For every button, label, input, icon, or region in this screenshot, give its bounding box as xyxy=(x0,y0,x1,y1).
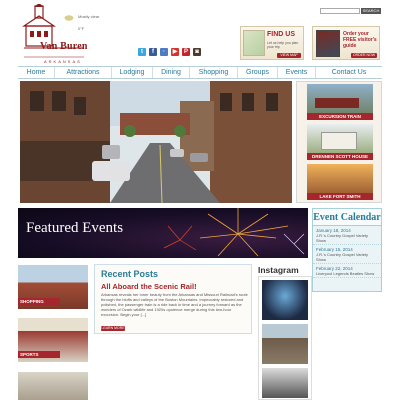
excursion-train-thumbnail[interactable]: EXCURSION TRAIN xyxy=(307,84,373,120)
instagram-photo[interactable] xyxy=(262,280,308,320)
event-calendar: Event Calendar January 18, 2014 J.R.'s C… xyxy=(312,208,382,292)
instagram-heading: Instagram xyxy=(258,265,299,275)
flickr-icon[interactable]: · xyxy=(160,48,168,56)
order-now-button[interactable]: ORDER NOW xyxy=(351,53,377,58)
search-input[interactable] xyxy=(320,8,360,14)
courthouse-logo-icon xyxy=(22,3,84,58)
nav-shopping[interactable]: Shopping xyxy=(190,67,238,78)
calendar-event-name[interactable]: J.R.'s Country Gospel Variety Show xyxy=(316,233,378,243)
calendar-event-name[interactable]: J.R.'s Country Gospel Variety Show xyxy=(316,252,378,262)
drennen-scott-house-thumbnail[interactable]: DRENNEN SCOTT HOUSE xyxy=(307,124,373,160)
find-us-promo[interactable]: FIND US Let us help you plan your trip V… xyxy=(240,26,304,60)
view-map-button[interactable]: VIEW MAP xyxy=(277,53,301,58)
hero-side-panel: EXCURSION TRAIN DRENNEN SCOTT HOUSE LAKE… xyxy=(296,81,382,203)
instagram-icon[interactable]: ◙ xyxy=(193,48,201,56)
weather-icon xyxy=(64,15,74,21)
calendar-event[interactable]: February 15, 2014 J.R.'s Country Gospel … xyxy=(313,245,381,264)
nav-contact-us[interactable]: Contact Us xyxy=(316,67,382,78)
logo-subtitle: ARKANSAS xyxy=(44,59,82,64)
social-links: t f · ▶ P ◙ xyxy=(138,48,201,56)
find-us-text: Let us help you plan your trip xyxy=(267,41,299,49)
recent-posts-heading: Recent Posts xyxy=(101,269,159,279)
shopping-category-label: SHOPPING xyxy=(18,298,60,305)
nav-groups[interactable]: Groups xyxy=(238,67,278,78)
post-excerpt: Arkansas reveals her inner beauty from t… xyxy=(101,292,248,317)
facebook-icon[interactable]: f xyxy=(149,48,157,56)
instagram-photo[interactable] xyxy=(262,368,308,398)
search-button[interactable]: SEARCH xyxy=(361,8,381,14)
visitor-guide-promo[interactable]: Order your FREE visitor's guide ORDER NO… xyxy=(312,26,380,60)
weather-temperature: 0°F xyxy=(78,26,85,31)
nav-attractions[interactable]: Attractions xyxy=(55,67,112,78)
recent-posts: Recent Posts All Aboard the Scenic Rail!… xyxy=(94,264,252,334)
featured-events-title: Featured Events xyxy=(26,220,124,236)
youtube-icon[interactable]: ▶ xyxy=(171,48,179,56)
nav-events[interactable]: Events xyxy=(278,67,316,78)
site-logo[interactable]: Van Buren ARKANSAS xyxy=(20,3,88,64)
instagram-feed xyxy=(258,276,312,400)
map-icon xyxy=(243,30,265,56)
event-calendar-title: Event Calendar xyxy=(313,209,381,226)
sports-category-label: SPORTS xyxy=(18,351,60,358)
nav-home[interactable]: Home xyxy=(18,67,55,78)
calendar-event[interactable]: February 22, 2014 Liverpool Legends Beat… xyxy=(313,264,381,278)
pinterest-icon[interactable]: P xyxy=(182,48,190,56)
learn-more-button[interactable]: LEARN MORE xyxy=(101,326,125,331)
calendar-event[interactable]: January 18, 2014 J.R.'s Country Gospel V… xyxy=(313,226,381,245)
logo-text: Van Buren xyxy=(40,41,88,52)
hero-main-street-image xyxy=(20,81,292,203)
find-us-title: FIND US xyxy=(267,31,295,38)
featured-events-banner[interactable]: Featured Events xyxy=(18,208,308,258)
drennen-scott-house-label: DRENNEN SCOTT HOUSE xyxy=(307,153,373,160)
visitor-guide-title: Order your FREE visitor's guide xyxy=(343,31,377,49)
sports-category-thumbnail[interactable]: SPORTS xyxy=(18,318,88,362)
visitor-guide-cover-image xyxy=(316,30,340,57)
page: Van Buren ARKANSAS Mostly clear 0°F SEAR… xyxy=(18,0,382,400)
lake-fort-smith-thumbnail[interactable]: LAKE FORT SMITH xyxy=(307,164,373,200)
lake-fort-smith-label: LAKE FORT SMITH xyxy=(307,193,373,200)
shopping-category-thumbnail[interactable]: SHOPPING xyxy=(18,265,88,309)
nav-dining[interactable]: Dining xyxy=(153,67,190,78)
post-title[interactable]: All Aboard the Scenic Rail! xyxy=(101,282,197,291)
weather-condition: Mostly clear xyxy=(78,14,100,19)
instagram-photo[interactable] xyxy=(262,324,308,364)
excursion-train-label: EXCURSION TRAIN xyxy=(307,113,373,120)
main-nav: Home Attractions Lodging Dining Shopping… xyxy=(18,66,382,79)
calendar-event-name[interactable]: Liverpool Legends Beatles Show xyxy=(316,271,378,276)
twitter-icon[interactable]: t xyxy=(138,48,146,56)
category-thumbnail[interactable] xyxy=(18,372,88,400)
nav-lodging[interactable]: Lodging xyxy=(112,67,153,78)
